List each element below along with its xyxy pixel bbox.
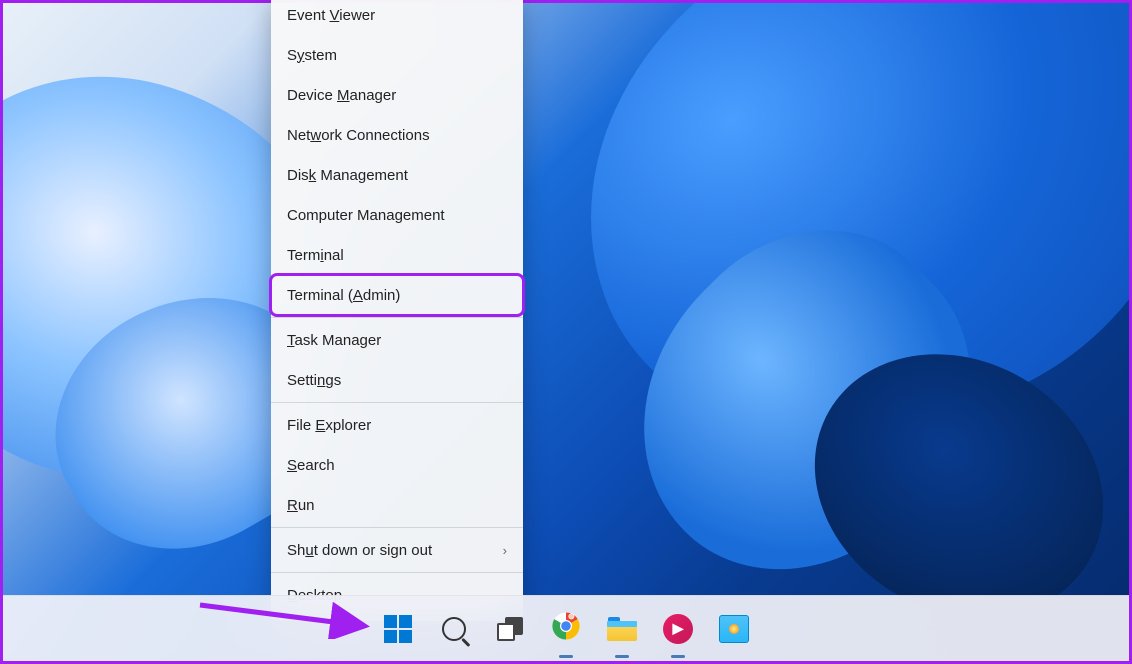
menu-item-label: Terminal (Admin) <box>287 287 400 304</box>
menu-item[interactable]: Device Manager <box>271 75 523 115</box>
menu-item-label: Device Manager <box>287 87 396 104</box>
menu-item[interactable]: System <box>271 35 523 75</box>
task-view-icon <box>497 617 523 641</box>
start-button[interactable] <box>379 610 417 648</box>
menu-item-label: Computer Management <box>287 207 445 224</box>
menu-item[interactable]: Run <box>271 485 523 525</box>
pink-app[interactable]: ▶ <box>659 610 697 648</box>
menu-item[interactable]: File Explorer <box>271 405 523 445</box>
task-view-button[interactable] <box>491 610 529 648</box>
desktop[interactable]: Event Viewer System Device Manager Network … <box>3 3 1129 661</box>
menu-item[interactable]: Computer Management <box>271 195 523 235</box>
desktop-wallpaper <box>3 3 1129 661</box>
menu-item-label: Task Manager <box>287 332 381 349</box>
menu-item-label: Run <box>287 497 315 514</box>
menu-divider <box>271 402 523 403</box>
search-button[interactable] <box>435 610 473 648</box>
taskbar: ▶ <box>3 595 1129 661</box>
chrome-app[interactable] <box>547 610 585 648</box>
menu-item[interactable]: Terminal <box>271 235 523 275</box>
menu-item-label: Terminal <box>287 247 344 264</box>
menu-item[interactable]: Terminal (Admin) <box>271 275 523 315</box>
menu-divider <box>271 572 523 573</box>
chrome-icon <box>551 611 581 646</box>
menu-item[interactable]: Disk Management <box>271 155 523 195</box>
menu-item-label: System <box>287 47 337 64</box>
control-panel-icon <box>719 615 749 643</box>
menu-item[interactable]: Shut down or sign out › <box>271 530 523 570</box>
menu-item-label: Settings <box>287 372 341 389</box>
menu-item[interactable]: Search <box>271 445 523 485</box>
control-panel-app[interactable] <box>715 610 753 648</box>
menu-divider <box>271 317 523 318</box>
menu-item-label: Search <box>287 457 335 474</box>
file-explorer-app[interactable] <box>603 610 641 648</box>
app-icon: ▶ <box>663 614 693 644</box>
folder-icon <box>607 617 637 641</box>
menu-item[interactable]: Task Manager <box>271 320 523 360</box>
menu-item[interactable]: Settings <box>271 360 523 400</box>
menu-item[interactable]: Event Viewer <box>271 0 523 35</box>
chevron-right-icon: › <box>503 543 507 558</box>
menu-item[interactable]: Network Connections <box>271 115 523 155</box>
menu-item-label: Event Viewer <box>287 7 375 24</box>
search-icon <box>442 617 466 641</box>
windows-logo-icon <box>384 615 412 643</box>
menu-item-label: File Explorer <box>287 417 371 434</box>
menu-item-label: Shut down or sign out <box>287 542 432 559</box>
winx-context-menu: Event Viewer System Device Manager Network … <box>271 0 523 621</box>
menu-item-label: Network Connections <box>287 127 430 144</box>
menu-item-label: Disk Management <box>287 167 408 184</box>
menu-divider <box>271 527 523 528</box>
